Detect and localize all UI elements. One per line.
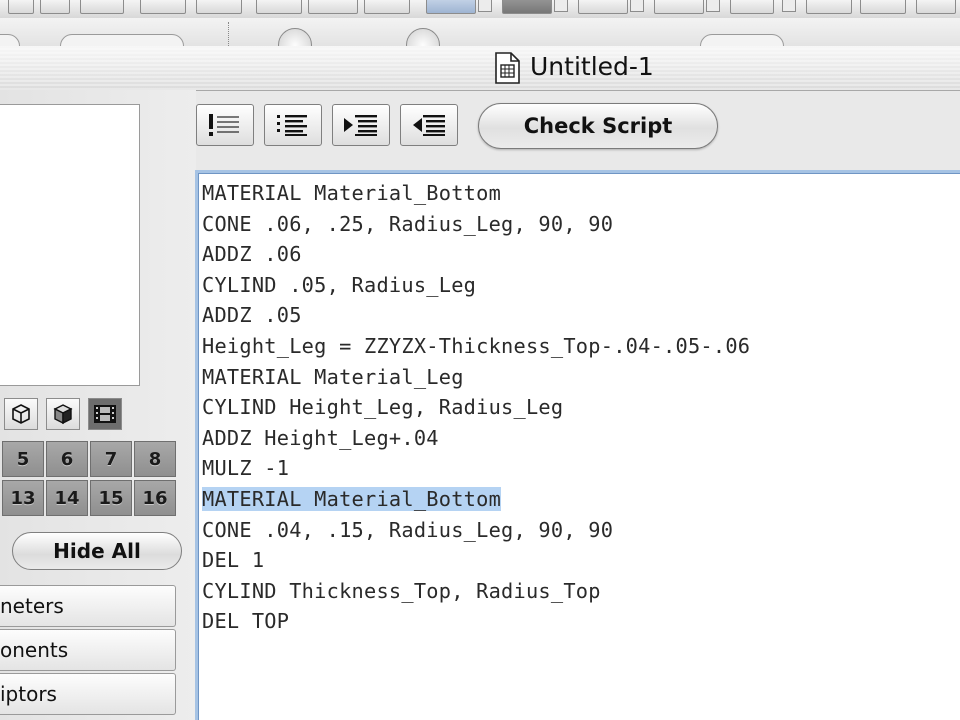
toolbar-button[interactable] — [860, 0, 906, 14]
toolbar-button[interactable] — [256, 0, 302, 14]
code-line-text: MATERIAL Material_Bottom — [202, 486, 502, 511]
code-line[interactable]: CONE .04, .15, Radius_Leg, 90, 90 — [202, 515, 750, 546]
insert-breakpoint-button[interactable] — [196, 104, 254, 146]
toolbar-button[interactable] — [196, 0, 242, 14]
toolbar-button[interactable] — [8, 0, 34, 14]
code-line-text: ADDZ Height_Leg+.04 — [202, 425, 439, 450]
toolbar-button[interactable] — [502, 0, 552, 14]
toolbar-button[interactable] — [40, 0, 70, 14]
wireframe-view-button[interactable] — [4, 398, 38, 430]
bullet-list-icon — [277, 115, 307, 136]
chevron-down-icon[interactable] — [782, 0, 796, 12]
layer-button-16[interactable]: 16 — [134, 480, 176, 516]
code-line[interactable]: Height_Leg = ZZYZX-Thickness_Top-.04-.05… — [202, 331, 750, 362]
toolbar-button[interactable] — [916, 0, 956, 14]
cube-wireframe-icon — [12, 404, 30, 424]
tab-parameters[interactable]: neters — [0, 585, 176, 627]
outdent-icon — [413, 115, 445, 136]
toolbar-button[interactable] — [806, 0, 852, 14]
toolbar-button[interactable] — [308, 0, 358, 14]
code-line-text: DEL TOP — [202, 609, 290, 634]
code-line[interactable]: CYLIND Thickness_Top, Radius_Top — [202, 576, 750, 607]
toolbar-button[interactable] — [578, 0, 628, 14]
code-line[interactable]: DEL TOP — [202, 606, 750, 637]
secondary-toolbar — [0, 18, 960, 62]
outdent-button[interactable] — [400, 104, 458, 146]
code-line[interactable]: ADDZ .06 — [202, 239, 750, 270]
code-line-text: CYLIND Height_Leg, Radius_Leg — [202, 395, 564, 420]
script-editor[interactable]: MATERIAL Material_Bottom CONE .06, .25, R… — [195, 170, 960, 720]
code-line[interactable]: CONE .06, .25, Radius_Leg, 90, 90 — [202, 209, 750, 240]
top-toolbar — [0, 0, 960, 19]
toolbar-button[interactable] — [654, 0, 704, 14]
code-line-text: CONE .04, .15, Radius_Leg, 90, 90 — [202, 517, 614, 542]
hide-all-button[interactable]: Hide All — [12, 532, 182, 570]
chevron-down-icon[interactable] — [478, 0, 492, 12]
layer-button-7[interactable]: 7 — [90, 441, 132, 477]
toolbar-button[interactable] — [426, 0, 476, 14]
tab-descriptors[interactable]: iptors — [0, 673, 176, 715]
code-line[interactable]: MATERIAL Material_Bottom — [202, 484, 750, 515]
layer-button-13[interactable]: 13 — [2, 480, 44, 516]
code-line[interactable]: MULZ -1 — [202, 453, 750, 484]
code-line-text: MATERIAL Material_Bottom — [202, 181, 502, 205]
title-bar-texture — [0, 46, 960, 90]
code-line-text: DEL 1 — [202, 548, 265, 573]
code-line-text: ADDZ .06 — [202, 242, 302, 267]
tab-label: iptors — [0, 682, 57, 706]
code-line-text: CYLIND Thickness_Top, Radius_Top — [202, 578, 601, 603]
toolbar-button[interactable] — [140, 0, 186, 14]
code-lines: MATERIAL Material_Bottom CONE .06, .25, R… — [202, 178, 750, 637]
tab-label: neters — [0, 594, 64, 618]
document-icon — [493, 52, 521, 88]
window-title: Untitled-1 — [530, 52, 654, 81]
code-line-text: MULZ -1 — [202, 456, 290, 481]
film-view-button[interactable] — [88, 398, 122, 430]
code-line-text: MATERIAL Material_Leg — [202, 364, 464, 389]
toolbar-button[interactable] — [730, 0, 774, 14]
layer-button-8[interactable]: 8 — [134, 441, 176, 477]
layer-button-15[interactable]: 15 — [90, 480, 132, 516]
code-line[interactable]: ADDZ Height_Leg+.04 — [202, 423, 750, 454]
toolbar-button[interactable] — [80, 0, 124, 14]
code-line[interactable]: MATERIAL Material_Leg — [202, 362, 750, 393]
code-line[interactable]: MATERIAL Material_Bottom — [202, 178, 750, 209]
code-line-text: CONE .06, .25, Radius_Leg, 90, 90 — [202, 211, 614, 236]
code-line-text: CYLIND .05, Radius_Leg — [202, 272, 477, 297]
check-script-button[interactable]: Check Script — [478, 103, 718, 149]
chevron-down-icon[interactable] — [630, 0, 644, 12]
code-line[interactable]: DEL 1 — [202, 545, 750, 576]
preview-area — [0, 104, 140, 386]
chevron-down-icon[interactable] — [554, 0, 568, 12]
chevron-down-icon[interactable] — [706, 0, 720, 12]
list-format-button[interactable] — [264, 104, 322, 146]
code-line[interactable]: ADDZ .05 — [202, 300, 750, 331]
tab-components[interactable]: onents — [0, 629, 176, 671]
code-line[interactable]: CYLIND .05, Radius_Leg — [202, 270, 750, 301]
tab-label: onents — [0, 638, 69, 662]
divider — [228, 22, 229, 48]
title-bar — [0, 46, 960, 91]
layer-button-14[interactable]: 14 — [46, 480, 88, 516]
cube-shaded-icon — [53, 404, 73, 425]
indent-icon — [344, 115, 377, 136]
exclamation-list-icon — [209, 114, 239, 136]
film-icon — [94, 405, 116, 423]
code-line-text: Height_Leg = ZZYZX-Thickness_Top-.04-.05… — [202, 333, 751, 358]
toolbar-button[interactable] — [364, 0, 410, 14]
code-line-text: ADDZ .05 — [202, 303, 302, 328]
indent-button[interactable] — [332, 104, 390, 146]
layer-button-5[interactable]: 5 — [2, 441, 44, 477]
code-line[interactable]: CYLIND Height_Leg, Radius_Leg — [202, 392, 750, 423]
layer-button-6[interactable]: 6 — [46, 441, 88, 477]
shaded-view-button[interactable] — [46, 398, 80, 430]
